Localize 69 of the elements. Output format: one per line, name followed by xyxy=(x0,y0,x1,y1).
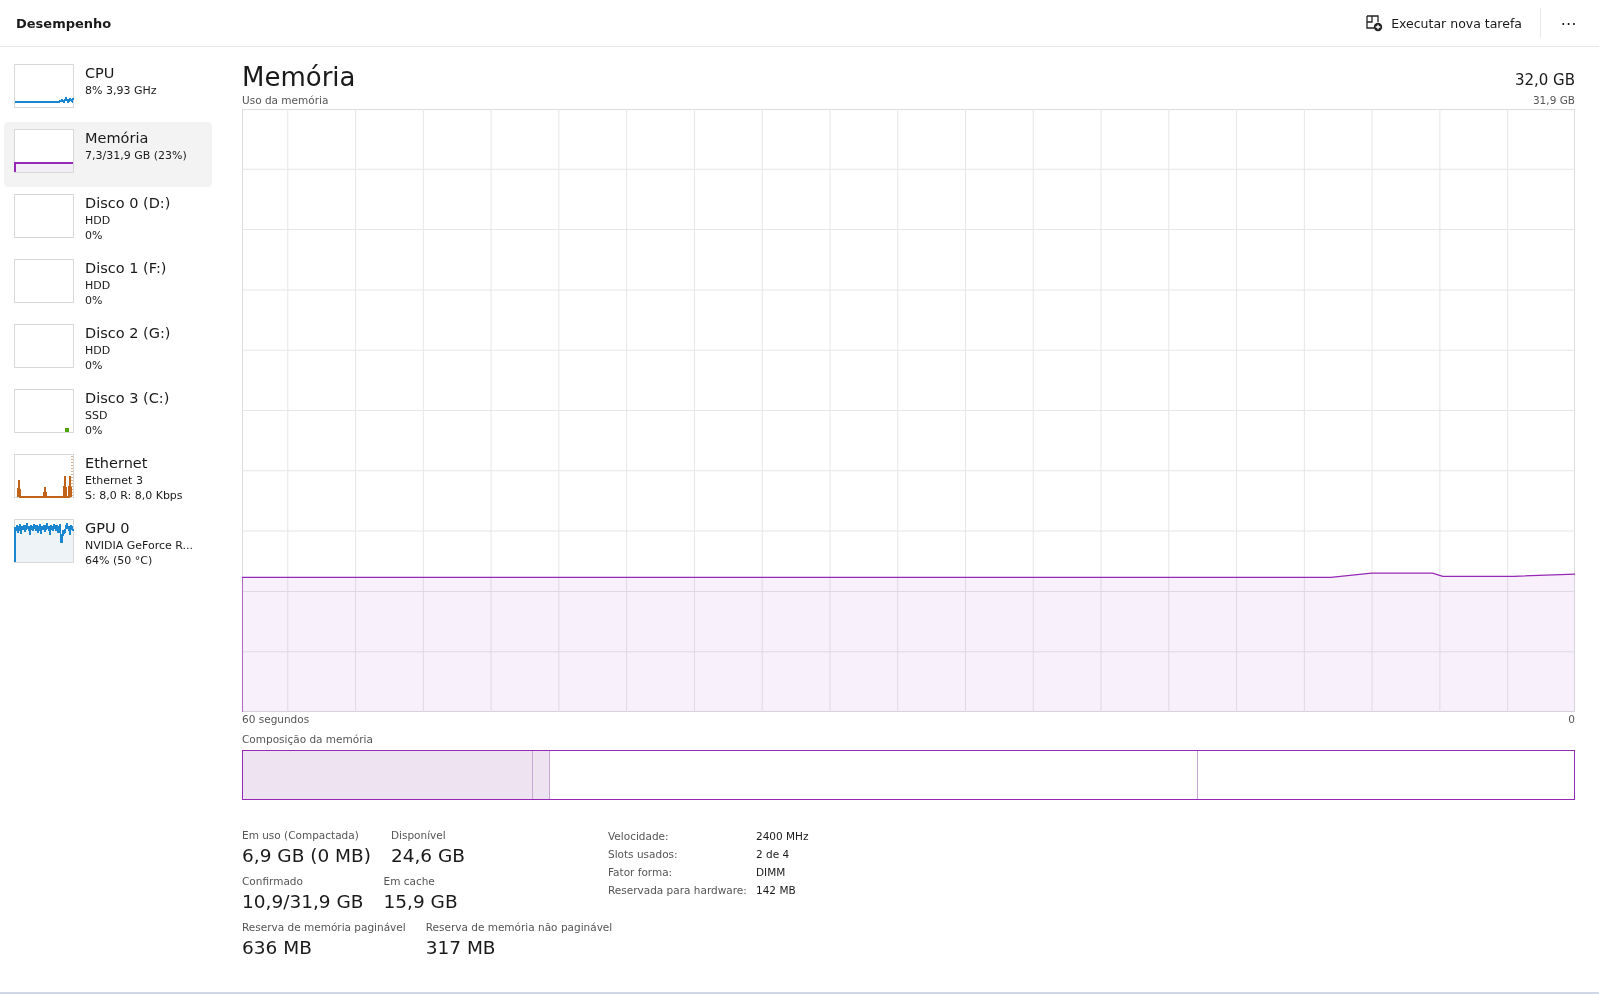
stat-value: 6,9 GB (0 MB) xyxy=(242,844,371,868)
more-options-button[interactable]: ⋯ xyxy=(1549,7,1589,39)
property-label: Slots usados: xyxy=(608,847,679,862)
device-name: Disco 3 (C:) xyxy=(85,389,170,408)
section-title: Memória xyxy=(242,61,356,93)
property-label: Velocidade: xyxy=(608,829,670,844)
device-name: Ethernet xyxy=(85,454,149,473)
usage-thumbnail xyxy=(14,194,74,238)
stat-label: Disponível xyxy=(390,828,447,843)
sidebar-item[interactable]: Disco 0 (D:) HDD 0% xyxy=(4,187,212,252)
sidebar-item[interactable]: Ethernet Ethernet 3 S: 8,0 R: 8,0 Kbps xyxy=(4,447,212,512)
property-value: 2 de 4 xyxy=(756,847,791,862)
page-title: Desempenho xyxy=(16,15,113,31)
device-name: Memória xyxy=(85,129,150,148)
stat-value: 24,6 GB xyxy=(390,844,466,868)
device-name: Disco 1 (F:) xyxy=(85,259,167,278)
device-detail: 8% 3,93 GHz xyxy=(85,83,157,98)
property-value: DIMM xyxy=(756,865,787,880)
composition-label: Composição da memória xyxy=(242,732,373,746)
usage-thumbnail xyxy=(14,64,74,108)
stat-value: 10,9/31,9 GB xyxy=(242,890,364,914)
device-detail: NVIDIA GeForce R... xyxy=(85,538,194,553)
device-detail: S: 8,0 R: 8,0 Kbps xyxy=(85,488,183,503)
new-task-icon xyxy=(1365,14,1384,32)
sidebar-item[interactable]: CPU 8% 3,93 GHz xyxy=(4,57,212,122)
stat-value: 317 MB xyxy=(425,936,497,960)
stat-value: 15,9 GB xyxy=(383,890,458,914)
stat-value: 636 MB xyxy=(242,936,313,960)
stat-label: Reserva de memória paginável xyxy=(242,920,406,935)
device-detail: 0% xyxy=(85,228,104,243)
sidebar-item[interactable]: Disco 1 (F:) HDD 0% xyxy=(4,252,212,317)
device-detail: HDD xyxy=(85,343,112,358)
usage-thumbnail xyxy=(14,454,74,498)
usage-thumbnail xyxy=(14,389,74,433)
sidebar-item[interactable]: GPU 0 NVIDIA GeForce R... 64% (50 °C) xyxy=(4,512,212,577)
stat-label: Reserva de memória não paginável xyxy=(425,920,613,935)
property-value: 142 MB xyxy=(756,883,797,898)
device-detail: Ethernet 3 xyxy=(85,473,144,488)
device-detail: 0% xyxy=(85,358,104,373)
device-detail: HDD xyxy=(85,213,112,228)
usage-thumbnail xyxy=(14,324,74,368)
device-detail: 0% xyxy=(85,293,104,308)
time-span-label: 60 segundos xyxy=(242,712,310,726)
device-detail: SSD xyxy=(85,408,109,423)
device-name: GPU 0 xyxy=(85,519,131,538)
device-detail: 7,3/31,9 GB (23%) xyxy=(85,148,187,163)
stat-label: Em uso (Compactada) xyxy=(242,828,360,843)
device-detail: HDD xyxy=(85,278,112,293)
property-label: Fator forma: xyxy=(608,865,674,880)
device-name: Disco 0 (D:) xyxy=(85,194,171,213)
run-new-task-button[interactable]: Executar nova tarefa xyxy=(1355,8,1532,38)
property-value: 2400 MHz xyxy=(756,829,809,844)
chart-min-label: 0 xyxy=(1568,712,1575,726)
device-name: CPU xyxy=(85,64,116,83)
device-detail: 64% (50 °C) xyxy=(85,553,154,568)
property-label: Reservada para hardware: xyxy=(608,883,748,898)
sidebar-item[interactable]: Memória 7,3/31,9 GB (23%) xyxy=(4,122,212,187)
stat-label: Em cache xyxy=(383,874,436,889)
chart-max-label: 31,9 GB xyxy=(1532,93,1575,107)
device-detail: 0% xyxy=(85,423,104,438)
usage-thumbnail xyxy=(14,259,74,303)
chart-label: Uso da memória xyxy=(242,93,329,107)
stat-label: Confirmado xyxy=(242,874,304,889)
sidebar-item[interactable]: Disco 3 (C:) SSD 0% xyxy=(4,382,212,447)
total-memory: 32,0 GB xyxy=(1514,71,1575,91)
device-name: Disco 2 (G:) xyxy=(85,324,171,343)
usage-thumbnail xyxy=(14,129,74,173)
sidebar-item[interactable]: Disco 2 (G:) HDD 0% xyxy=(4,317,212,382)
usage-thumbnail xyxy=(14,519,74,563)
